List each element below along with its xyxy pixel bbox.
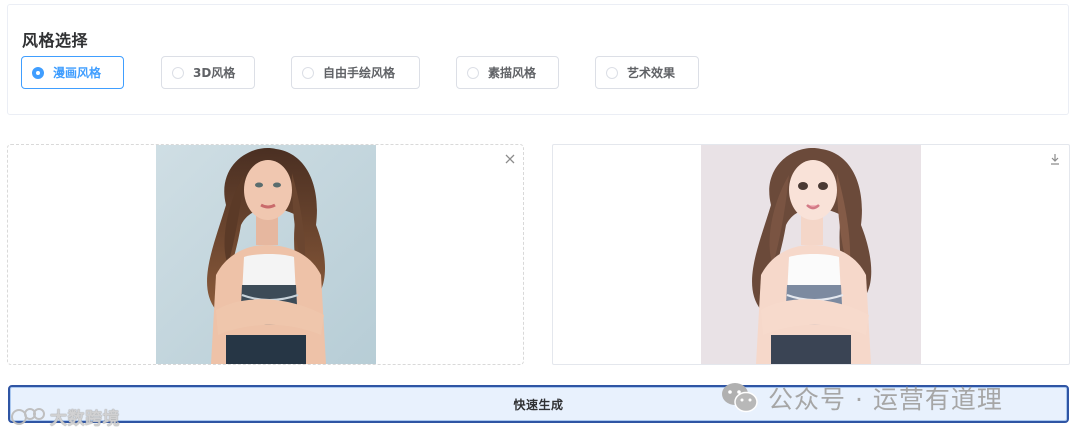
- style-option-label: 漫画风格: [53, 66, 102, 80]
- style-option-comic[interactable]: 漫画风格: [21, 56, 124, 89]
- upload-image-pane[interactable]: [7, 144, 524, 365]
- radio-dot-icon: [32, 66, 44, 79]
- close-icon[interactable]: [503, 151, 517, 165]
- generated-photo: [701, 145, 921, 364]
- style-option-label: 3D风格: [193, 66, 236, 80]
- radio-dot-icon: [302, 66, 314, 79]
- style-option-label: 艺术效果: [627, 66, 676, 80]
- style-option-sketch[interactable]: 素描风格: [456, 56, 559, 89]
- page: 风格选择 漫画风格 3D风格 自由手绘风格 素描风格 艺术效果 快速生成 大数跨…: [0, 0, 1080, 439]
- style-option-3d[interactable]: 3D风格: [161, 56, 255, 89]
- download-icon[interactable]: [1048, 151, 1062, 165]
- generate-button-label: 快速生成: [513, 397, 564, 412]
- panel-title: 风格选择: [22, 31, 89, 50]
- style-option-art[interactable]: 艺术效果: [595, 56, 699, 89]
- style-option-label: 素描风格: [488, 66, 537, 80]
- radio-dot-icon: [467, 66, 479, 79]
- style-selection-panel: 风格选择 漫画风格 3D风格 自由手绘风格 素描风格 艺术效果: [7, 4, 1069, 115]
- radio-dot-icon: [606, 66, 618, 79]
- uploaded-photo: [156, 145, 376, 364]
- style-option-label: 自由手绘风格: [323, 66, 396, 80]
- radio-dot-icon: [172, 66, 184, 79]
- generate-button[interactable]: 快速生成: [8, 385, 1069, 423]
- style-option-freehand[interactable]: 自由手绘风格: [291, 56, 420, 89]
- result-image-pane: [552, 144, 1070, 365]
